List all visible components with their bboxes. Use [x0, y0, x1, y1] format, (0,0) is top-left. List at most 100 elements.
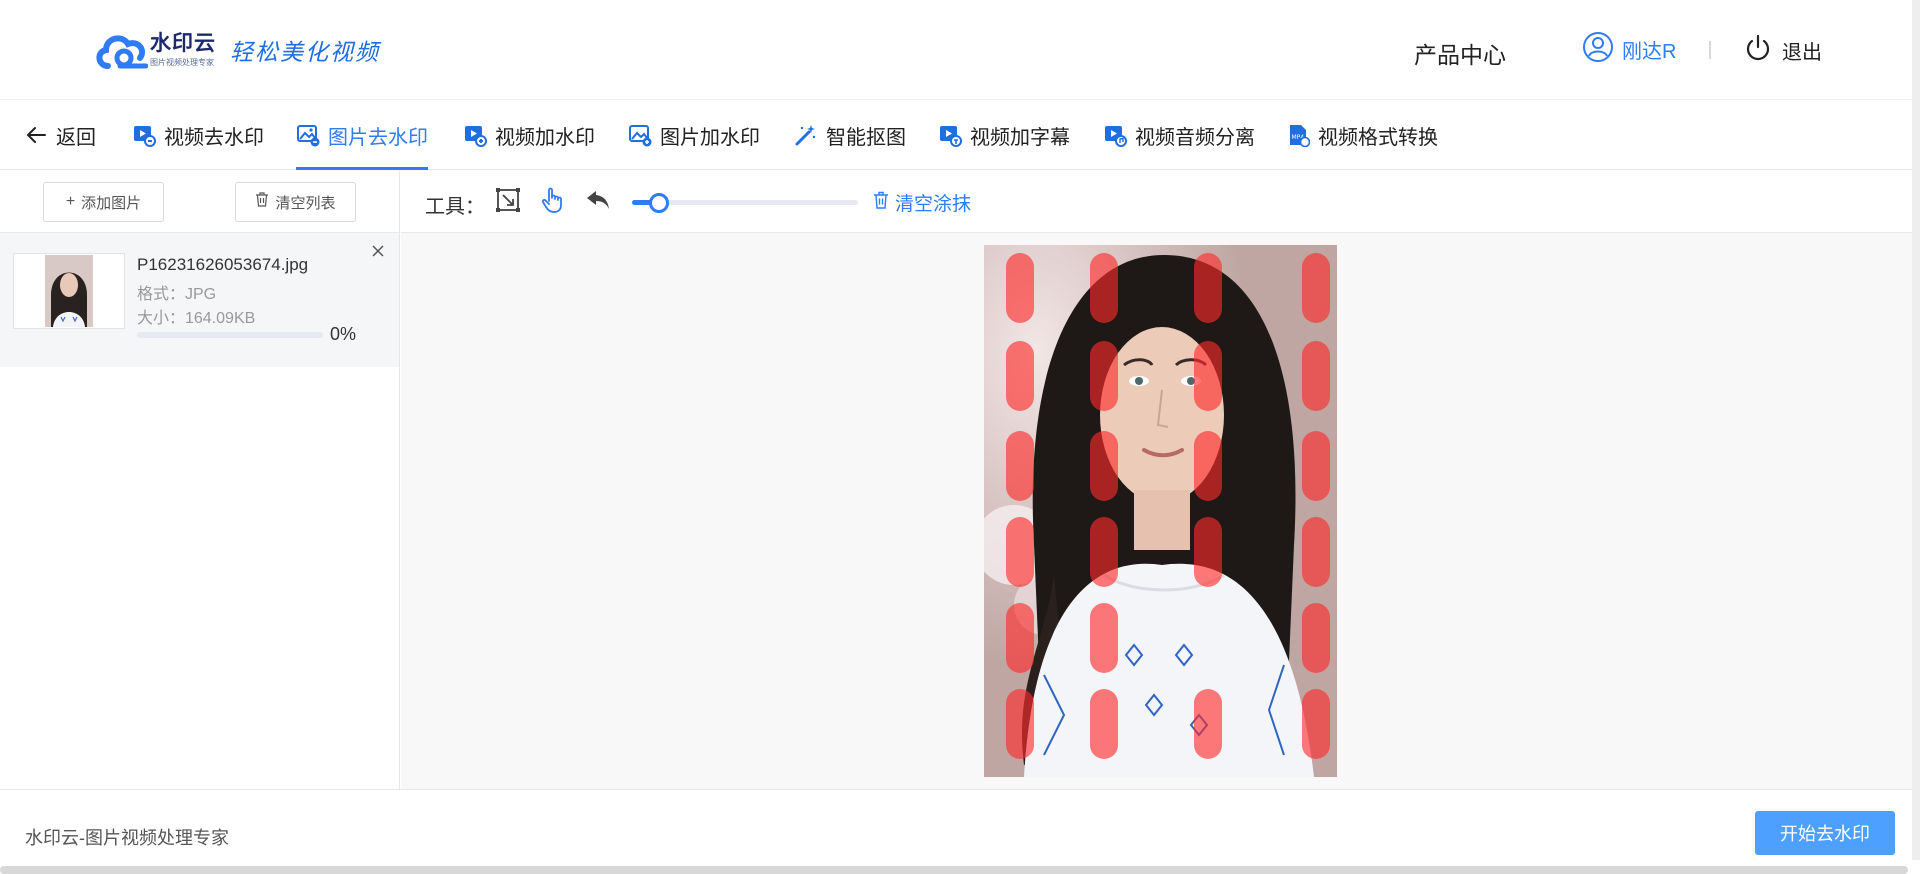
brush-mark — [1090, 689, 1118, 759]
tab-label: 视频音频分离 — [1135, 126, 1255, 149]
trash-icon — [873, 191, 889, 215]
slider-handle[interactable] — [649, 193, 670, 213]
plus-icon: + — [65, 193, 76, 210]
tab-label: 图片加水印 — [660, 126, 760, 149]
brush-size-slider[interactable] — [632, 190, 858, 214]
brush-mark — [1006, 341, 1034, 411]
brush-mark — [1194, 689, 1222, 759]
tab-video-remove-watermark[interactable]: 视频去水印 — [132, 100, 264, 170]
video-subtitle-icon — [938, 123, 962, 147]
user-avatar-icon — [1582, 31, 1614, 68]
undo-tool[interactable] — [583, 187, 613, 217]
header-divider — [1709, 41, 1711, 59]
horizontal-scrollbar[interactable] — [0, 866, 1908, 874]
brush-mark — [1006, 253, 1034, 323]
brush-mark — [1302, 517, 1330, 587]
product-center-link[interactable]: 产品中心 — [1414, 36, 1506, 70]
editor-canvas-area: 工具： 清空涂抹 — [401, 171, 1920, 789]
clear-list-label: 清空列表 — [275, 194, 336, 212]
file-progress-bar — [137, 332, 323, 338]
tab-label: 视频加字幕 — [970, 126, 1070, 149]
footer-brand-text: 水印云-图片视频处理专家 — [25, 828, 229, 848]
brush-mark — [1090, 253, 1118, 323]
file-format: 格式：JPG — [137, 286, 217, 303]
back-label: 返回 — [56, 126, 96, 149]
logo-slogan: 轻松美化视频 — [230, 40, 380, 66]
brush-mark — [1006, 603, 1034, 673]
brush-mark — [1090, 603, 1118, 673]
app-header: 水印云 图片视频处理专家 轻松美化视频 产品中心 刚达R 退出 — [0, 0, 1920, 100]
tab-format-convert[interactable]: MP4 视频格式转换 — [1286, 100, 1438, 170]
rect-select-tool[interactable] — [493, 187, 523, 217]
add-image-label: 添加图片 — [81, 194, 142, 212]
app-logo[interactable]: 水印云 图片视频处理专家 轻松美化视频 — [94, 28, 380, 72]
user-name: 刚达R — [1622, 41, 1677, 63]
brush-mark — [1006, 431, 1034, 501]
tab-video-add-watermark[interactable]: 视频加水印 — [463, 100, 595, 170]
tab-label: 视频格式转换 — [1318, 126, 1438, 149]
video-remove-watermark-icon — [132, 123, 156, 147]
hand-pan-tool[interactable] — [538, 187, 568, 217]
brush-mark — [1302, 431, 1330, 501]
remove-file-button[interactable] — [368, 243, 388, 263]
logo-name: 水印云 — [150, 32, 216, 55]
tab-label: 视频加水印 — [495, 126, 595, 149]
brush-mark — [1302, 689, 1330, 759]
back-button[interactable]: 返回 — [26, 100, 96, 170]
tab-label: 智能抠图 — [826, 126, 906, 149]
logout-button[interactable]: 退出 — [1744, 34, 1822, 67]
bottom-bar: 水印云-图片视频处理专家 开始去水印 — [0, 789, 1920, 863]
logout-label: 退出 — [1782, 42, 1822, 64]
clear-brush-label: 清空涂抹 — [895, 194, 972, 215]
start-remove-watermark-button[interactable]: 开始去水印 — [1755, 811, 1895, 855]
portrait-photo — [984, 245, 1337, 777]
add-image-button[interactable]: + 添加图片 — [43, 182, 164, 222]
user-menu[interactable]: 刚达R — [1582, 31, 1676, 68]
image-add-watermark-icon — [628, 123, 652, 147]
tab-label: 视频去水印 — [164, 126, 264, 149]
brush-mark — [1302, 253, 1330, 323]
brush-mark — [1302, 341, 1330, 411]
editing-image[interactable] — [984, 245, 1337, 777]
trash-icon — [255, 192, 269, 212]
feature-tabbar: 返回 视频去水印 图片去水印 视频加水印 图片加水印 智能抠图 视频加字幕 视频… — [0, 100, 1920, 170]
tab-image-add-watermark[interactable]: 图片加水印 — [628, 100, 760, 170]
file-name: P16231626053674.jpg — [137, 255, 309, 274]
image-remove-watermark-icon — [296, 123, 320, 147]
hand-pointer-icon — [540, 186, 566, 219]
rect-select-icon — [495, 187, 521, 218]
tab-smart-cutout[interactable]: 智能抠图 — [794, 100, 906, 170]
cloud-logo-icon — [94, 28, 149, 72]
file-size: 大小：164.09KB — [137, 310, 256, 327]
tab-audio-separate[interactable]: 视频音频分离 — [1103, 100, 1255, 170]
brush-mark — [1006, 689, 1034, 759]
tab-video-subtitle[interactable]: 视频加字幕 — [938, 100, 1070, 170]
vertical-scrollbar[interactable] — [1912, 0, 1920, 860]
brush-mark — [1090, 517, 1118, 587]
brush-mark — [1006, 517, 1034, 587]
power-icon — [1744, 34, 1772, 67]
clear-list-button[interactable]: 清空列表 — [235, 182, 356, 222]
tools-label: 工具： — [425, 196, 485, 218]
file-progress-text: 0% — [330, 324, 357, 344]
file-list-item[interactable]: P16231626053674.jpg 格式：JPG 大小：164.09KB 0… — [0, 233, 399, 367]
editor-toolbar: 工具： 清空涂抹 — [401, 171, 1920, 233]
tab-label: 图片去水印 — [328, 126, 428, 149]
brush-mark — [1194, 517, 1222, 587]
brush-mark — [1194, 253, 1222, 323]
undo-icon — [585, 189, 611, 216]
file-thumbnail — [13, 253, 125, 329]
tab-image-remove-watermark[interactable]: 图片去水印 — [296, 100, 428, 170]
clear-brush-button[interactable]: 清空涂抹 — [873, 189, 971, 216]
audio-separate-icon — [1103, 123, 1127, 147]
logo-subtitle: 图片视频处理专家 — [150, 58, 214, 67]
file-list-toolbar: + 添加图片 清空列表 — [0, 171, 399, 233]
mp4-convert-icon: MP4 — [1286, 123, 1311, 148]
brush-mark — [1302, 603, 1330, 673]
magic-wand-icon — [794, 123, 818, 147]
arrow-left-icon — [26, 126, 46, 144]
brush-mark — [1090, 341, 1118, 411]
brush-mark — [1090, 431, 1118, 501]
video-add-watermark-icon — [463, 123, 487, 147]
file-list-panel: + 添加图片 清空列表 P16231626053674.jpg 格式：JPG 大… — [0, 171, 400, 789]
